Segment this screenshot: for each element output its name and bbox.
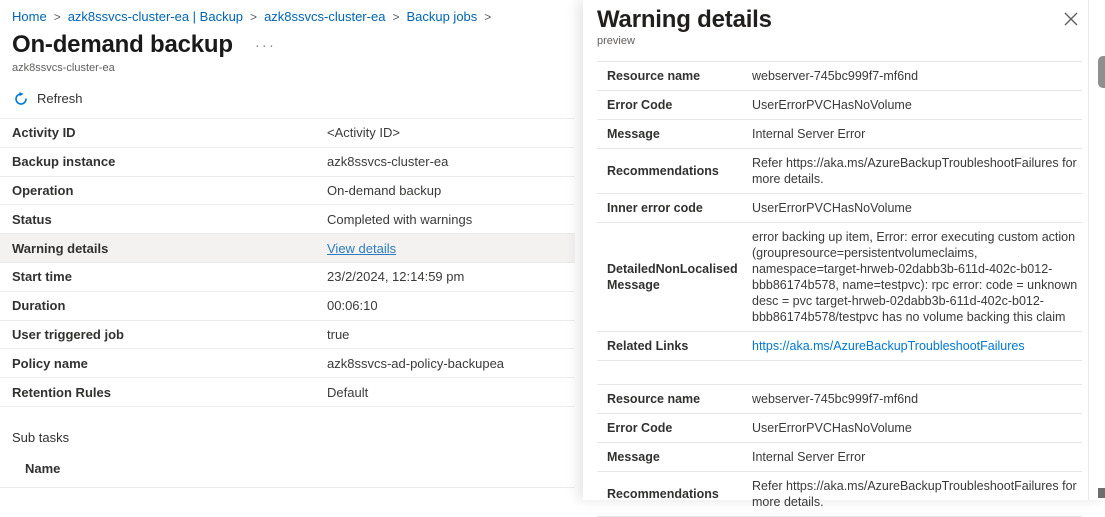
warning-value: Refer https://aka.ms/AzureBackupTroubles… [752, 478, 1082, 510]
warning-label: Message [597, 449, 752, 465]
warning-value: UserErrorPVCHasNoVolume [752, 97, 1082, 113]
detail-label: Warning details [12, 241, 327, 256]
page-subtitle: azk8ssvcs-cluster-ea [12, 62, 583, 74]
breadcrumb-separator-icon: > [392, 10, 399, 24]
warning-value: Refer https://aka.ms/AzureBackupTroubles… [752, 155, 1082, 187]
breadcrumb-link[interactable]: azk8ssvcs-cluster-ea [264, 9, 385, 24]
detail-label: Operation [12, 183, 327, 198]
warning-value: error backing up item, Error: error exec… [752, 229, 1082, 325]
page-title: On-demand backup [12, 31, 233, 59]
breadcrumb-link[interactable]: azk8ssvcs-cluster-ea | Backup [68, 9, 243, 24]
close-icon [1064, 14, 1078, 29]
warning-label: Message [597, 126, 752, 142]
warning-row: RecommendationsRefer https://aka.ms/Azur… [597, 472, 1082, 517]
warning-table: Resource namewebserver-745bc999f7-mf6ndE… [597, 61, 1082, 361]
detail-row: Policy nameazk8ssvcs-ad-policy-backupea [0, 349, 575, 378]
detail-label: Policy name [12, 356, 327, 371]
detail-value: Completed with warnings [327, 212, 472, 227]
detail-label: User triggered job [12, 327, 327, 342]
warning-label: Error Code [597, 97, 752, 113]
warning-label: Resource name [597, 68, 752, 84]
details-table: Activity ID<Activity ID>Backup instancea… [0, 118, 575, 407]
refresh-label: Refresh [37, 91, 83, 106]
scrollbar-corner[interactable] [1098, 488, 1105, 498]
subtasks-title: Sub tasks [12, 430, 583, 445]
detail-value: azk8ssvcs-cluster-ea [327, 154, 448, 169]
warning-label: Recommendations [597, 163, 752, 179]
warning-label: Resource name [597, 391, 752, 407]
detail-row: Backup instanceazk8ssvcs-cluster-ea [0, 148, 575, 177]
detail-row: Start time23/2/2024, 12:14:59 pm [0, 263, 575, 292]
warning-row: Related Linkshttps://aka.ms/AzureBackupT… [597, 332, 1082, 361]
detail-value: <Activity ID> [327, 125, 400, 140]
panel-title: Warning details [597, 6, 1105, 34]
related-link[interactable]: https://aka.ms/AzureBackupTroubleshootFa… [752, 338, 1082, 354]
warning-label: Inner error code [597, 200, 752, 216]
breadcrumb-separator-icon: > [484, 10, 491, 24]
scroll-divider [1088, 0, 1089, 500]
warning-row: Error CodeUserErrorPVCHasNoVolume [597, 91, 1082, 120]
warning-label: Error Code [597, 420, 752, 436]
warning-row: Resource namewebserver-745bc999f7-mf6nd [597, 62, 1082, 91]
breadcrumb-separator-icon: > [250, 10, 257, 24]
divider [0, 487, 575, 488]
warning-value: webserver-745bc999f7-mf6nd [752, 68, 1082, 84]
warning-row: DetailedNonLocalisedMessageerror backing… [597, 223, 1082, 332]
warning-row: Error CodeUserErrorPVCHasNoVolume [597, 414, 1082, 443]
detail-row: OperationOn-demand backup [0, 177, 575, 206]
warning-row: Inner error codeUserErrorPVCHasNoVolume [597, 194, 1082, 223]
detail-row: User triggered jobtrue [0, 321, 575, 350]
warning-value: UserErrorPVCHasNoVolume [752, 420, 1082, 436]
detail-value: true [327, 327, 349, 342]
refresh-button[interactable]: Refresh [14, 91, 83, 106]
warning-row: RecommendationsRefer https://aka.ms/Azur… [597, 149, 1082, 194]
page: { "breadcrumb": { "separator": ">", "ite… [0, 0, 1105, 500]
detail-row: Activity ID<Activity ID> [0, 119, 575, 148]
warning-details-panel: Warning details preview Resource nameweb… [583, 0, 1105, 500]
warning-row: Resource namewebserver-745bc999f7-mf6nd [597, 385, 1082, 414]
breadcrumb-separator-icon: > [54, 10, 61, 24]
view-details-link[interactable]: View details [327, 241, 396, 256]
detail-value: On-demand backup [327, 183, 441, 198]
close-button[interactable] [1062, 10, 1080, 31]
detail-row: Warning detailsView details [0, 234, 575, 263]
detail-label: Activity ID [12, 125, 327, 140]
detail-value: Default [327, 385, 368, 400]
detail-label: Start time [12, 269, 327, 284]
warning-table: Resource namewebserver-745bc999f7-mf6ndE… [597, 384, 1082, 517]
warning-row: MessageInternal Server Error [597, 120, 1082, 149]
detail-row: Retention RulesDefault [0, 378, 575, 407]
warning-label: Related Links [597, 338, 752, 354]
detail-label: Duration [12, 298, 327, 313]
warning-value: Internal Server Error [752, 449, 1082, 465]
more-button[interactable]: ··· [255, 37, 276, 54]
subtasks-name-header: Name [25, 461, 583, 476]
warning-value: webserver-745bc999f7-mf6nd [752, 391, 1082, 407]
detail-value: azk8ssvcs-ad-policy-backupea [327, 356, 504, 371]
detail-row: StatusCompleted with warnings [0, 205, 575, 234]
panel-warnings: Resource namewebserver-745bc999f7-mf6ndE… [597, 61, 1082, 517]
detail-value: 23/2/2024, 12:14:59 pm [327, 269, 464, 284]
refresh-icon [14, 92, 28, 106]
warning-value: UserErrorPVCHasNoVolume [752, 200, 1082, 216]
scrollbar-thumb[interactable] [1098, 56, 1105, 88]
breadcrumb-link[interactable]: Home [12, 9, 47, 24]
panel-preview-badge: preview [597, 35, 1105, 47]
breadcrumb-link[interactable]: Backup jobs [406, 9, 477, 24]
detail-label: Status [12, 212, 327, 227]
detail-value: 00:06:10 [327, 298, 378, 313]
warning-label: DetailedNonLocalisedMessage [597, 261, 752, 293]
breadcrumb: Home > azk8ssvcs-cluster-ea | Backup > azk8s… [0, 0, 583, 24]
page-title-row: On-demand backup ··· [12, 31, 583, 59]
detail-row: Duration00:06:10 [0, 292, 575, 321]
detail-label: Backup instance [12, 154, 327, 169]
detail-label: Retention Rules [12, 385, 327, 400]
warning-value: Internal Server Error [752, 126, 1082, 142]
job-details-region: Home > azk8ssvcs-cluster-ea | Backup > azk8s… [0, 0, 583, 500]
warning-row: MessageInternal Server Error [597, 443, 1082, 472]
